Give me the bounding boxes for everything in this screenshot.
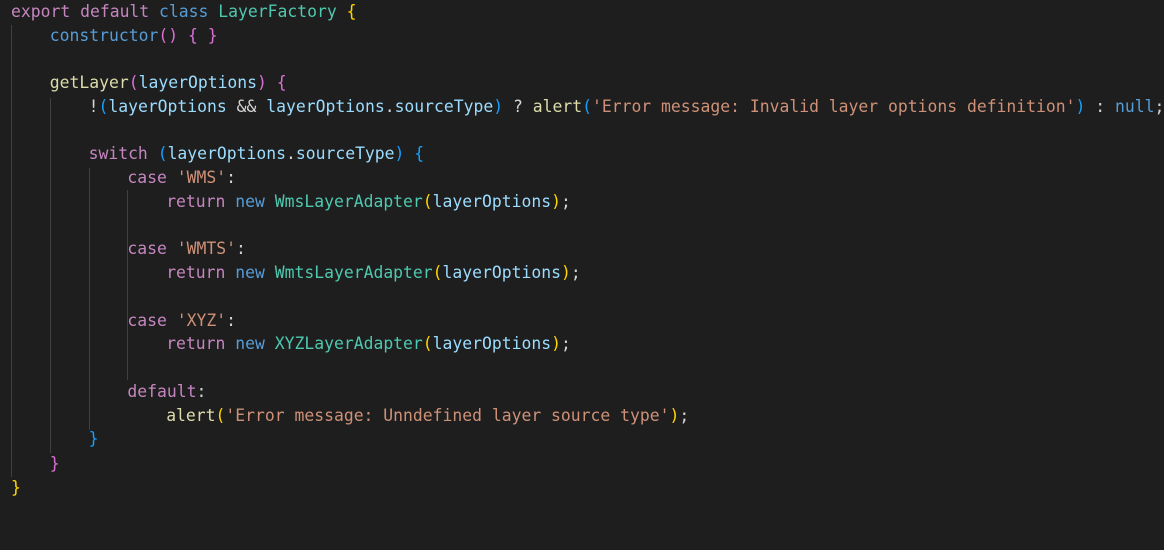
code-line: case 'WMS':: [127, 168, 236, 187]
error-string: 'Error message: Invalid layer options de…: [591, 97, 1076, 116]
open-brace: {: [346, 2, 357, 21]
default-label: default: [127, 382, 197, 401]
close-brace: }: [88, 429, 99, 448]
code-line: constructor() { }: [49, 26, 218, 45]
alert-call: alert: [532, 97, 583, 116]
close-brace: }: [49, 454, 60, 473]
code-editor[interactable]: export default class LayerFactory { cons…: [0, 0, 1164, 550]
switch-keyword: switch: [88, 144, 148, 163]
new-keyword: new: [235, 334, 265, 353]
param-name: layerOptions: [167, 144, 286, 163]
case-keyword: case: [127, 239, 167, 258]
null-keyword: null: [1115, 97, 1155, 116]
open-brace: {: [414, 144, 425, 163]
case-label: 'XYZ': [176, 311, 227, 330]
param-name: layerOptions: [432, 192, 552, 211]
param-name: layerOptions: [432, 334, 552, 353]
param-name: layerOptions: [138, 73, 258, 92]
code-line: }: [0, 476, 21, 500]
case-keyword: case: [127, 168, 167, 187]
code-line: default:: [127, 382, 207, 401]
property-name: sourceType: [394, 97, 494, 116]
param-name: layerOptions: [108, 97, 227, 116]
adapter-class: WmsLayerAdapter: [274, 192, 423, 211]
export-keyword: export: [11, 2, 71, 21]
new-keyword: new: [235, 263, 265, 282]
code-line: case 'WMTS':: [127, 239, 246, 258]
case-label: 'WMS': [176, 168, 227, 187]
code-line: return new WmtsLayerAdapter(layerOptions…: [166, 263, 581, 282]
constructor-keyword: constructor: [49, 26, 159, 45]
error-string: 'Error message: Unndefined layer source …: [225, 406, 670, 425]
code-line: getLayer(layerOptions) {: [49, 73, 287, 92]
method-name: getLayer: [49, 73, 129, 92]
new-keyword: new: [235, 192, 265, 211]
open-brace: {: [187, 26, 198, 45]
case-label: 'WMTS': [176, 239, 236, 258]
alert-call: alert: [166, 406, 216, 425]
and-operator: &&: [236, 97, 257, 116]
class-keyword: class: [159, 2, 209, 21]
adapter-class: XYZLayerAdapter: [274, 334, 423, 353]
case-keyword: case: [127, 311, 167, 330]
class-name: LayerFactory: [218, 2, 337, 21]
code-line: alert('Error message: Unndefined layer s…: [166, 406, 690, 425]
default-keyword: default: [80, 2, 150, 21]
param-name: layerOptions: [442, 263, 561, 282]
code-line: return new XYZLayerAdapter(layerOptions)…: [166, 334, 571, 353]
close-brace: }: [207, 26, 218, 45]
code-line: export default class LayerFactory {: [0, 0, 356, 24]
close-brace: }: [11, 478, 21, 497]
code-line: }: [0, 427, 99, 451]
return-keyword: return: [166, 192, 226, 211]
code-line: }: [0, 452, 60, 476]
open-brace: {: [276, 73, 287, 92]
property-name: sourceType: [295, 144, 395, 163]
adapter-class: WmtsLayerAdapter: [274, 263, 433, 282]
code-line: switch (layerOptions.sourceType) {: [88, 144, 425, 163]
code-line: case 'XYZ':: [127, 311, 236, 330]
code-line: return new WmsLayerAdapter(layerOptions)…: [166, 192, 571, 211]
return-keyword: return: [166, 263, 226, 282]
return-keyword: return: [166, 334, 226, 353]
param-name: layerOptions: [266, 97, 385, 116]
code-line: !(layerOptions && layerOptions.sourceTyp…: [88, 97, 1164, 116]
